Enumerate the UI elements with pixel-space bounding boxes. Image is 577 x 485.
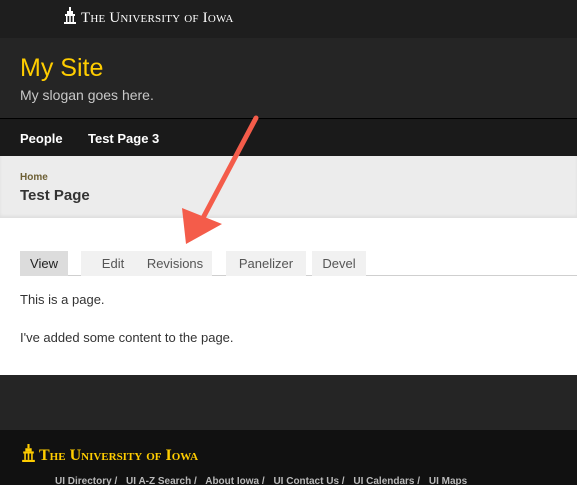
breadcrumb-home[interactable]: Home (20, 172, 48, 183)
tab-panelizer[interactable]: Panelizer (226, 251, 306, 276)
tab-edit[interactable]: Edit (81, 251, 145, 276)
university-name: The University of Iowa (81, 9, 234, 26)
nav-item-people[interactable]: People (20, 131, 63, 146)
old-capitol-icon (22, 444, 35, 467)
tab-revisions[interactable]: Revisions (138, 251, 212, 276)
footer-university-name: The University of Iowa (39, 446, 199, 464)
content-paragraph-2: I've added some content to the page. (20, 330, 234, 345)
page-title: Test Page (20, 187, 90, 204)
site-name[interactable]: My Site (20, 54, 103, 83)
footer-links: UI Directory / UI A-Z Search / About Iow… (55, 476, 473, 485)
footer-link-az-search[interactable]: UI A-Z Search / (126, 476, 197, 485)
footer-link-directory[interactable]: UI Directory / (55, 476, 117, 485)
university-top-bar: The University of Iowa (0, 0, 577, 38)
footer-brand[interactable]: The University of Iowa (22, 444, 198, 467)
tab-view[interactable]: View (20, 251, 68, 276)
site-header: My Site My slogan goes here. (0, 38, 577, 118)
main-nav: People Test Page 3 (0, 118, 577, 156)
footer-link-calendars[interactable]: UI Calendars / (353, 476, 420, 485)
footer-link-contact[interactable]: UI Contact Us / (273, 476, 344, 485)
nav-item-test-page-3[interactable]: Test Page 3 (88, 131, 159, 146)
footer-upper-band (0, 375, 577, 430)
footer-link-about[interactable]: About Iowa / (205, 476, 264, 485)
page-title-band: Home Test Page (0, 156, 577, 218)
local-tasks-tabs: View Edit Revisions Panelizer Devel (20, 251, 577, 276)
footer-link-maps[interactable]: UI Maps (429, 476, 467, 485)
old-capitol-icon (64, 7, 76, 29)
content-paragraph-1: This is a page. (20, 292, 105, 307)
university-brand[interactable]: The University of Iowa (64, 7, 233, 29)
footer: The University of Iowa UI Directory / UI… (0, 430, 577, 485)
site-slogan: My slogan goes here. (20, 87, 154, 103)
tab-devel[interactable]: Devel (312, 251, 366, 276)
